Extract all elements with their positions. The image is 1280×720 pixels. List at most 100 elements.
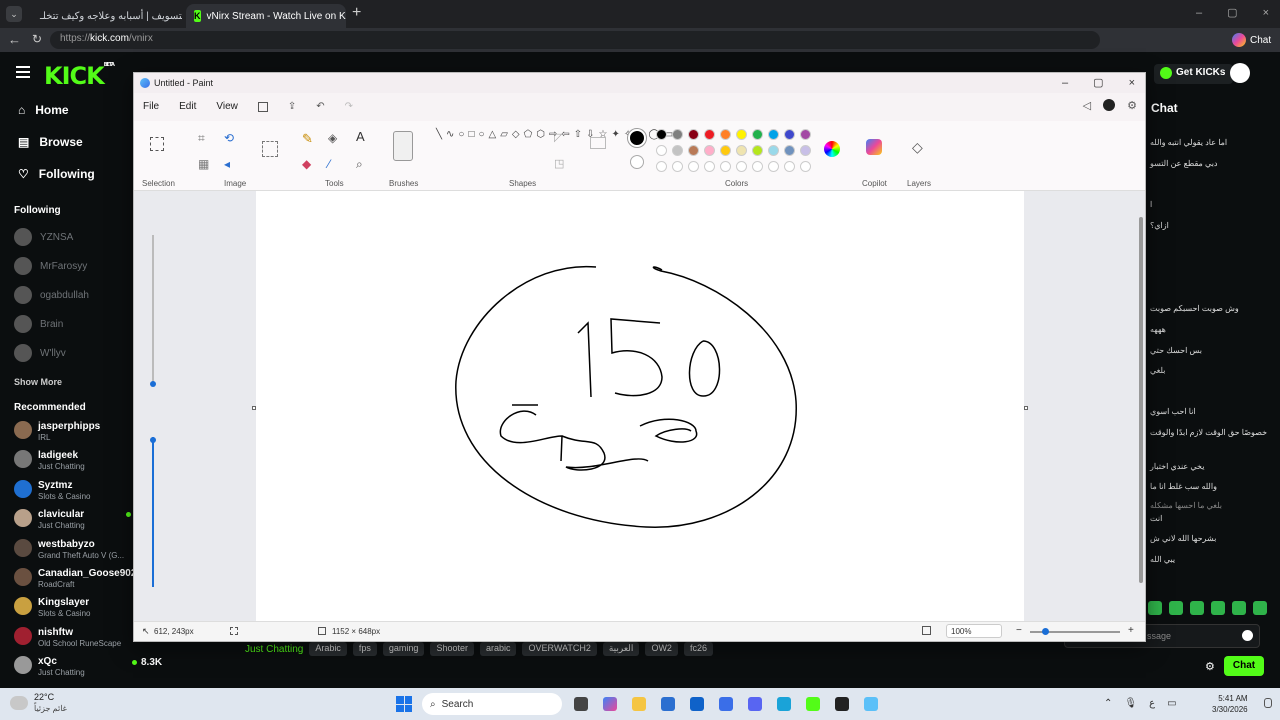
vertical-scrollbar[interactable] bbox=[1139, 217, 1143, 583]
color-swatch[interactable] bbox=[656, 145, 667, 156]
emoji-icon[interactable] bbox=[1242, 630, 1253, 641]
color-swatch[interactable] bbox=[768, 145, 779, 156]
show-more-link[interactable]: Show More bbox=[14, 377, 62, 387]
notification-icon[interactable] bbox=[1264, 698, 1272, 708]
clock[interactable]: 5:41 AM 3/30/2026 bbox=[1212, 693, 1248, 715]
back-icon[interactable]: ← bbox=[8, 32, 21, 47]
zoom-select[interactable]: 100% bbox=[946, 624, 1002, 638]
tag[interactable]: gaming bbox=[382, 642, 425, 656]
recommended-item[interactable]: jasperphipps IRL bbox=[14, 421, 100, 443]
emote-icon[interactable] bbox=[1253, 601, 1267, 615]
weather-widget[interactable]: 22°C غائم جزئياً bbox=[10, 692, 67, 714]
color-swatch[interactable] bbox=[656, 129, 667, 140]
size-thumb[interactable] bbox=[150, 381, 156, 387]
tag[interactable]: العربية bbox=[602, 642, 640, 656]
following-item[interactable]: YZNSA bbox=[14, 228, 73, 246]
stroke-size-icon[interactable] bbox=[590, 137, 606, 149]
microphone-icon[interactable]: 🎙 bbox=[1124, 698, 1137, 709]
color-swatch[interactable] bbox=[768, 129, 779, 140]
tag[interactable]: Arabic bbox=[309, 642, 347, 656]
zoom-out-icon[interactable]: − bbox=[1016, 625, 1022, 636]
tag[interactable]: arabic bbox=[479, 642, 517, 656]
drawing-canvas[interactable] bbox=[256, 191, 1024, 621]
nav-browse[interactable]: ▤ Browse bbox=[18, 135, 83, 149]
tag[interactable]: Shooter bbox=[430, 642, 474, 656]
color-swatch[interactable] bbox=[704, 145, 715, 156]
fit-icon[interactable] bbox=[922, 626, 931, 635]
recommended-item[interactable]: Canadian_Goose902 RoadCraft bbox=[14, 568, 136, 590]
empty-color-swatch[interactable] bbox=[688, 161, 699, 172]
language-indicator[interactable]: ع bbox=[1149, 698, 1155, 709]
save-icon[interactable] bbox=[257, 102, 268, 112]
edge-icon[interactable] bbox=[777, 697, 791, 711]
browser-tab-kick[interactable]: K vNirx Stream - Watch Live on Kick × bbox=[186, 4, 346, 28]
app-icon[interactable] bbox=[719, 697, 733, 711]
color-swatch[interactable] bbox=[800, 145, 811, 156]
address-bar[interactable]: https://kick.com/vnirx bbox=[50, 31, 1100, 49]
category-link[interactable]: Just Chatting bbox=[245, 644, 303, 655]
kick-logo[interactable]: KICKBETA bbox=[44, 62, 115, 90]
recommended-item[interactable]: westbabyzo Grand Theft Auto V (G... bbox=[14, 539, 124, 561]
following-item[interactable]: Brain bbox=[14, 315, 63, 333]
copilot-app-icon[interactable] bbox=[603, 697, 617, 711]
resize-handle[interactable] bbox=[252, 406, 256, 410]
edit-colors-icon[interactable] bbox=[824, 141, 840, 157]
header-icons[interactable]: ◁ ⚙ bbox=[1083, 99, 1137, 112]
empty-color-swatch[interactable] bbox=[768, 161, 779, 172]
empty-color-swatch[interactable] bbox=[672, 161, 683, 172]
shapes-gallery[interactable]: ╲∿○□○△▱◇⬠⬡⇨⇦⇧⇩☆✦✧◻◯▭ bbox=[436, 127, 673, 175]
window-controls[interactable]: – ▢ × bbox=[1062, 76, 1135, 89]
color-swatch[interactable] bbox=[736, 129, 747, 140]
recommended-item[interactable]: Syztmz Slots & Casino bbox=[14, 480, 90, 502]
color-swatch[interactable] bbox=[752, 145, 763, 156]
flip-icon[interactable]: ◂ bbox=[224, 157, 230, 171]
emote-icon[interactable] bbox=[1232, 601, 1246, 615]
color1-swatch[interactable] bbox=[628, 129, 646, 147]
menu-icon[interactable] bbox=[16, 66, 30, 78]
zoom-in-icon[interactable]: + bbox=[1128, 625, 1134, 636]
reload-icon[interactable]: ↻ bbox=[32, 32, 42, 46]
following-item[interactable]: MrFarosyy bbox=[14, 257, 87, 275]
tag[interactable]: fc26 bbox=[683, 642, 713, 656]
pencil-icon[interactable]: ✎ bbox=[302, 131, 313, 147]
color-swatch[interactable] bbox=[720, 129, 731, 140]
tag[interactable]: OVERWATCH2 bbox=[522, 642, 597, 656]
color-swatch[interactable] bbox=[784, 129, 795, 140]
recommended-item[interactable]: ladigeek Just Chatting bbox=[14, 450, 85, 472]
browser-tab-youtube[interactable]: التسويف | أسبابه وعلاجه وكيف تتخلـ × bbox=[26, 4, 182, 28]
nav-following[interactable]: ♡ Following bbox=[18, 167, 95, 181]
color-swatch[interactable] bbox=[752, 129, 763, 140]
outlook-icon[interactable] bbox=[690, 697, 704, 711]
color2-swatch[interactable] bbox=[630, 155, 644, 169]
following-item[interactable]: W'llyv bbox=[14, 344, 66, 362]
shape-fill-icon[interactable]: ◳ bbox=[554, 157, 564, 170]
brush-icon[interactable] bbox=[393, 131, 413, 161]
opacity-thumb[interactable] bbox=[150, 437, 156, 443]
color-swatch[interactable] bbox=[672, 129, 683, 140]
file-explorer-icon[interactable] bbox=[632, 697, 646, 711]
account-icon[interactable] bbox=[1103, 99, 1116, 111]
menu-edit[interactable]: Edit bbox=[179, 101, 196, 113]
image-select-icon[interactable] bbox=[262, 141, 278, 157]
color-swatch[interactable] bbox=[688, 145, 699, 156]
app-icon[interactable] bbox=[835, 697, 849, 711]
empty-color-swatch[interactable] bbox=[720, 161, 731, 172]
task-view-icon[interactable] bbox=[574, 697, 588, 711]
chat-send-button[interactable]: Chat bbox=[1224, 656, 1264, 676]
get-kicks-button[interactable]: Get KICKs bbox=[1154, 64, 1234, 84]
recommended-item[interactable]: Kingslayer Slots & Casino bbox=[14, 597, 90, 619]
empty-color-swatch[interactable] bbox=[704, 161, 715, 172]
tag[interactable]: OW2 bbox=[645, 642, 678, 656]
nav-home[interactable]: ⌂ Home bbox=[18, 103, 69, 117]
layers-icon[interactable]: ◇ bbox=[912, 139, 923, 156]
color-swatch[interactable] bbox=[704, 129, 715, 140]
resize-icon[interactable]: ▦ bbox=[198, 157, 209, 171]
redo-icon[interactable]: ↷ bbox=[345, 101, 353, 113]
text-icon[interactable]: A bbox=[356, 129, 365, 144]
color-swatch[interactable] bbox=[800, 129, 811, 140]
store-icon[interactable] bbox=[661, 697, 675, 711]
start-button[interactable] bbox=[396, 696, 412, 712]
tag[interactable]: fps bbox=[352, 642, 377, 656]
new-tab-button[interactable]: + bbox=[352, 4, 361, 22]
emote-icon[interactable] bbox=[1148, 601, 1162, 615]
